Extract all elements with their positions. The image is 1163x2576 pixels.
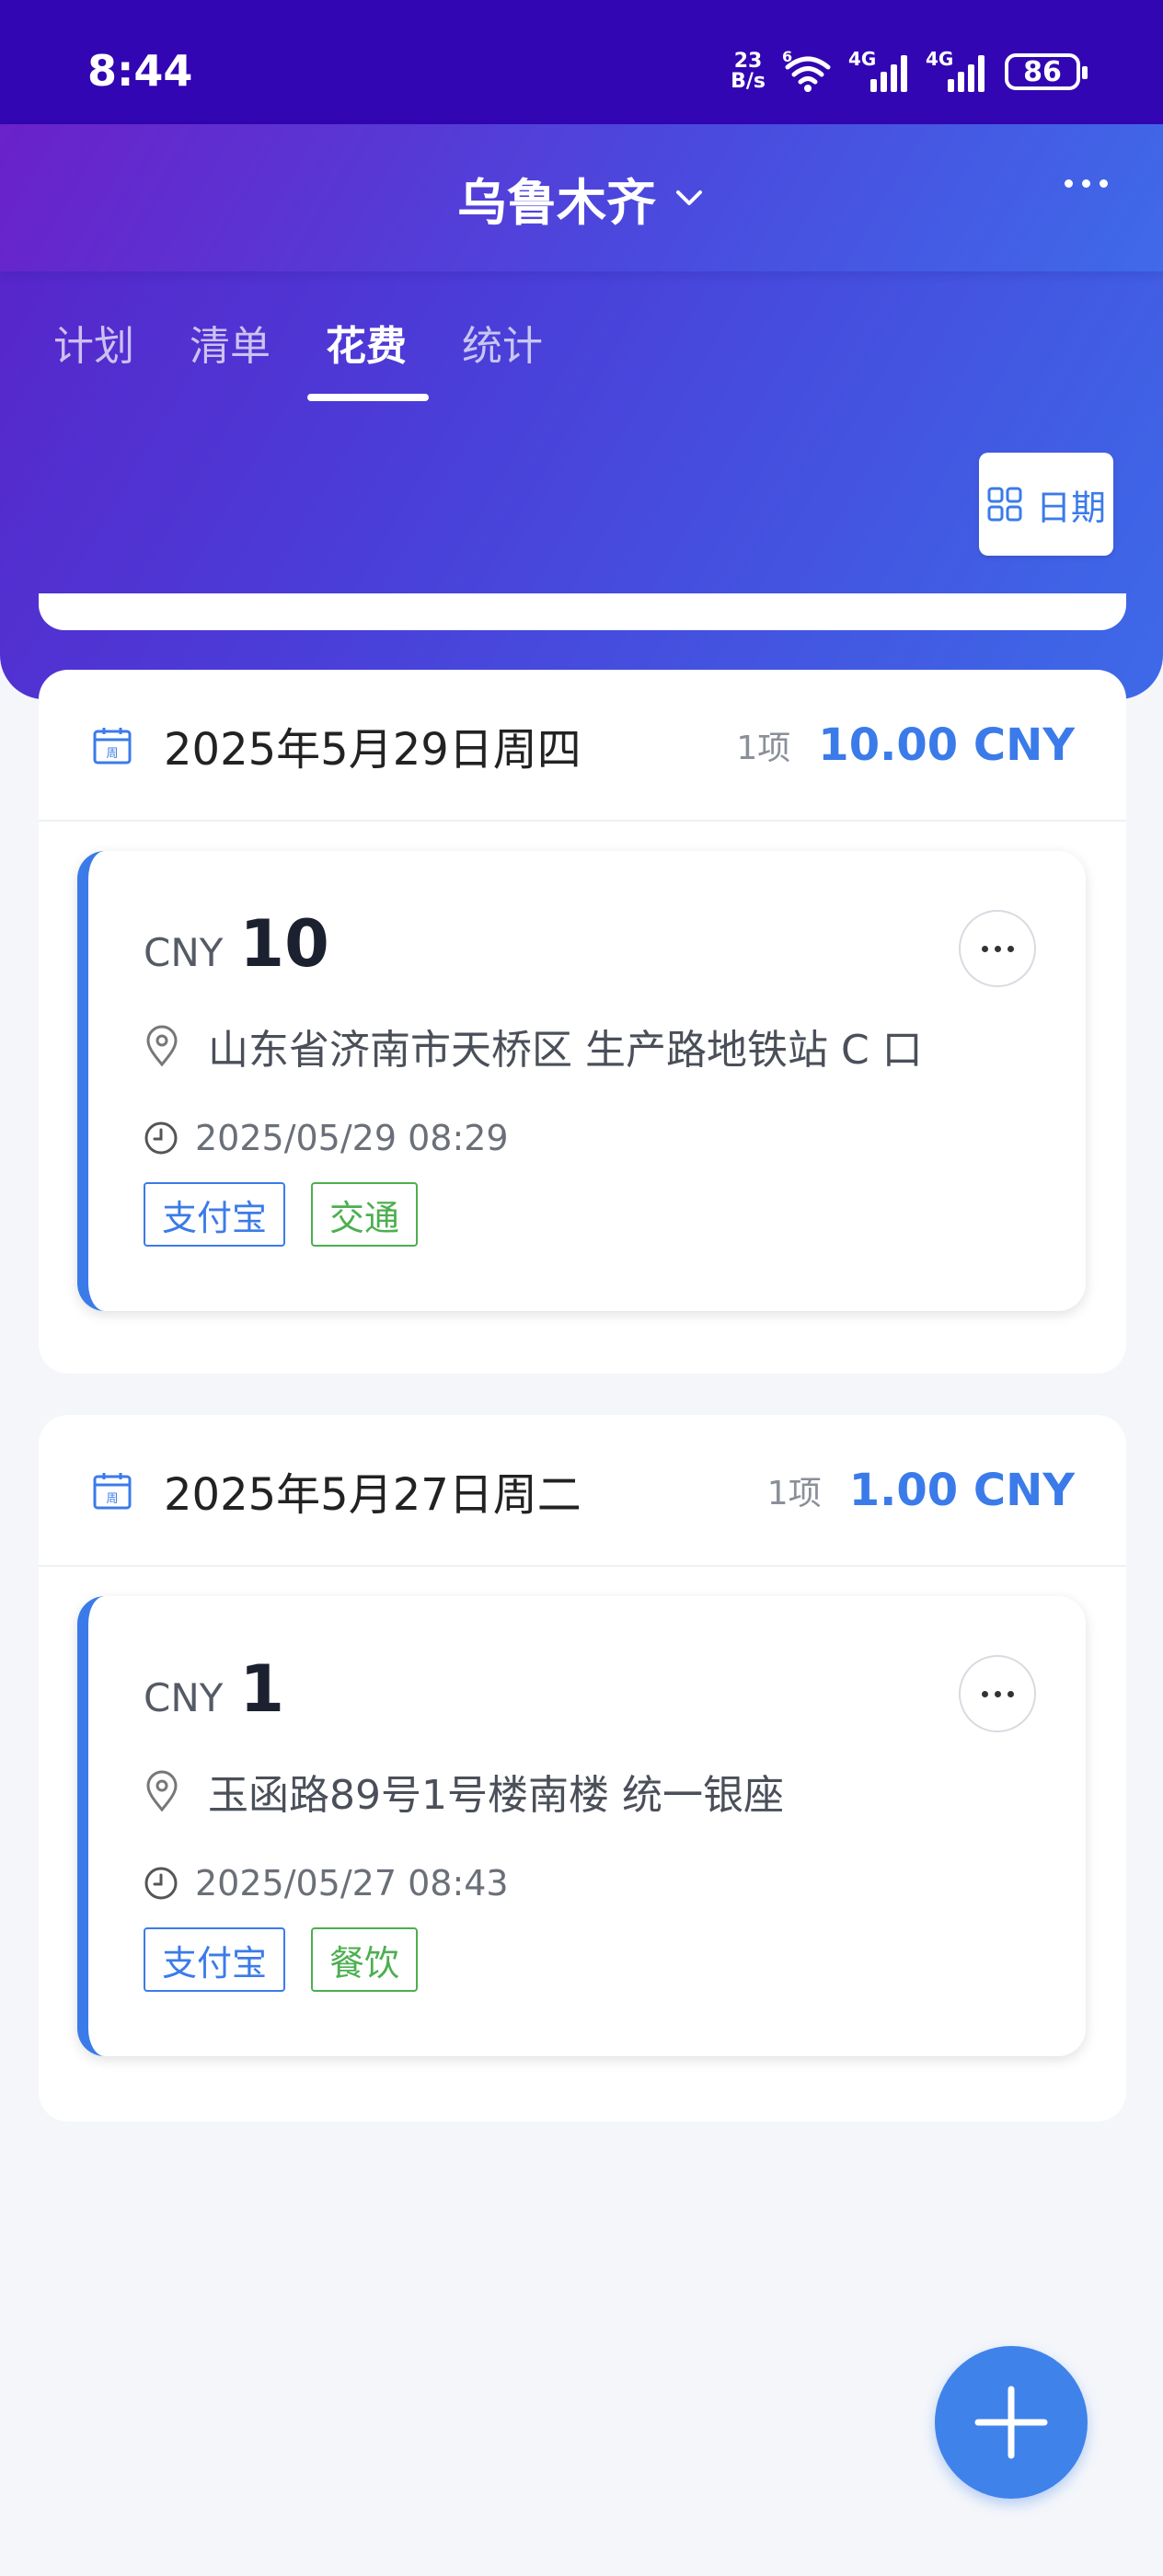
expense-value: 10 [239,906,329,982]
expense-amount: CNY 1 [144,1651,284,1727]
status-time: 8:44 [87,46,193,96]
page-title: 乌鲁木齐 [457,173,656,232]
tab-plan[interactable]: 计划 [53,313,134,372]
date-button-label: 日期 [1035,487,1106,528]
location-pin-icon [146,1770,178,1812]
expense-value: 1 [239,1651,285,1727]
expense-card[interactable]: CNY 10 山东省济南市天桥区 生产路地铁站 C 口 2025/05/29 0… [77,851,1086,1311]
more-horizontal-icon [981,1690,988,1697]
group-total: 1.00 CNY [848,1464,1075,1516]
group-count: 1项 [766,1474,822,1512]
expense-currency: CNY [144,1675,224,1720]
clock-icon [144,1121,178,1155]
tab-bar: 计划 清单 花费 统计 [53,313,543,401]
chevron-down-icon [676,190,702,205]
expense-time-text: 2025/05/29 08:29 [195,1118,509,1158]
summary-strip [39,593,1126,630]
signal-icon-sim2: 4G [926,48,988,92]
calendar-icon: 周 [93,727,132,764]
calendar-glyph: 周 [106,747,118,761]
expense-more-button[interactable] [959,910,1036,987]
group-date: 2025年5月29日周四 [164,723,582,776]
expense-location: 山东省济南市天桥区 生产路地铁站 C 口 [144,1017,923,1075]
expense-group: 周 2025年5月29日周四 1项 10.00 CNY CNY 10 山东省济南… [39,670,1126,1374]
status-bar: 8:44 23 B/s 6 4G 4G 86 [0,0,1163,124]
tab-statistics[interactable]: 统计 [462,313,543,372]
status-indicators: 23 B/s 6 4G 4G 86 [731,44,1088,99]
battery-icon: 86 [1005,53,1088,90]
wifi-icon: 6 [782,51,831,92]
expense-tags: 支付宝 餐饮 [144,1927,419,1992]
group-count: 1项 [736,729,791,767]
wifi-label: 6 [782,51,792,65]
expense-time-text: 2025/05/27 08:43 [195,1863,509,1903]
expense-more-button[interactable] [959,1655,1036,1732]
expense-card[interactable]: CNY 1 玉函路89号1号楼南楼 统一银座 2025/05/27 08:43 … [77,1596,1086,2056]
expense-location: 玉函路89号1号楼南楼 统一银座 [144,1762,784,1821]
tab-list[interactable]: 清单 [190,313,271,372]
expense-location-text: 玉函路89号1号楼南楼 统一银座 [208,1772,784,1819]
group-header: 周 2025年5月29日周四 1项 10.00 CNY [39,670,1126,822]
calendar-glyph: 周 [106,1492,118,1506]
category-tag: 交通 [311,1182,419,1247]
group-date: 2025年5月27日周二 [164,1468,582,1521]
net-speed: 23 B/s [731,50,766,93]
expense-time: 2025/05/27 08:43 [144,1863,509,1903]
payment-tag: 支付宝 [144,1927,286,1992]
group-total: 10.00 CNY [818,719,1075,771]
expense-currency: CNY [144,930,224,975]
expense-group: 周 2025年5月27日周二 1项 1.00 CNY CNY 1 玉函路89号1… [39,1415,1126,2122]
expense-amount: CNY 10 [144,906,329,982]
expense-time: 2025/05/29 08:29 [144,1118,509,1158]
signal-icon-sim1: 4G [848,48,911,92]
plus-icon [974,2386,1048,2459]
tab-expenses[interactable]: 花费 [307,313,429,401]
clock-icon [144,1867,178,1900]
more-menu-button[interactable] [1065,179,1108,188]
title-bar: 乌鲁木齐 [0,124,1163,271]
more-horizontal-icon [981,945,988,952]
date-group-button[interactable]: 日期 [979,453,1113,556]
more-horizontal-icon [1065,179,1073,188]
location-pin-icon [146,1025,178,1067]
expense-tags: 支付宝 交通 [144,1182,419,1247]
group-header: 周 2025年5月27日周二 1项 1.00 CNY [39,1415,1126,1567]
city-selector[interactable]: 乌鲁木齐 [457,162,706,235]
payment-tag: 支付宝 [144,1182,286,1247]
calendar-icon: 周 [93,1472,132,1509]
category-tag: 餐饮 [311,1927,419,1992]
expense-location-text: 山东省济南市天桥区 生产路地铁站 C 口 [208,1027,923,1074]
add-expense-button[interactable] [935,2346,1088,2499]
grid-icon [987,487,1022,522]
